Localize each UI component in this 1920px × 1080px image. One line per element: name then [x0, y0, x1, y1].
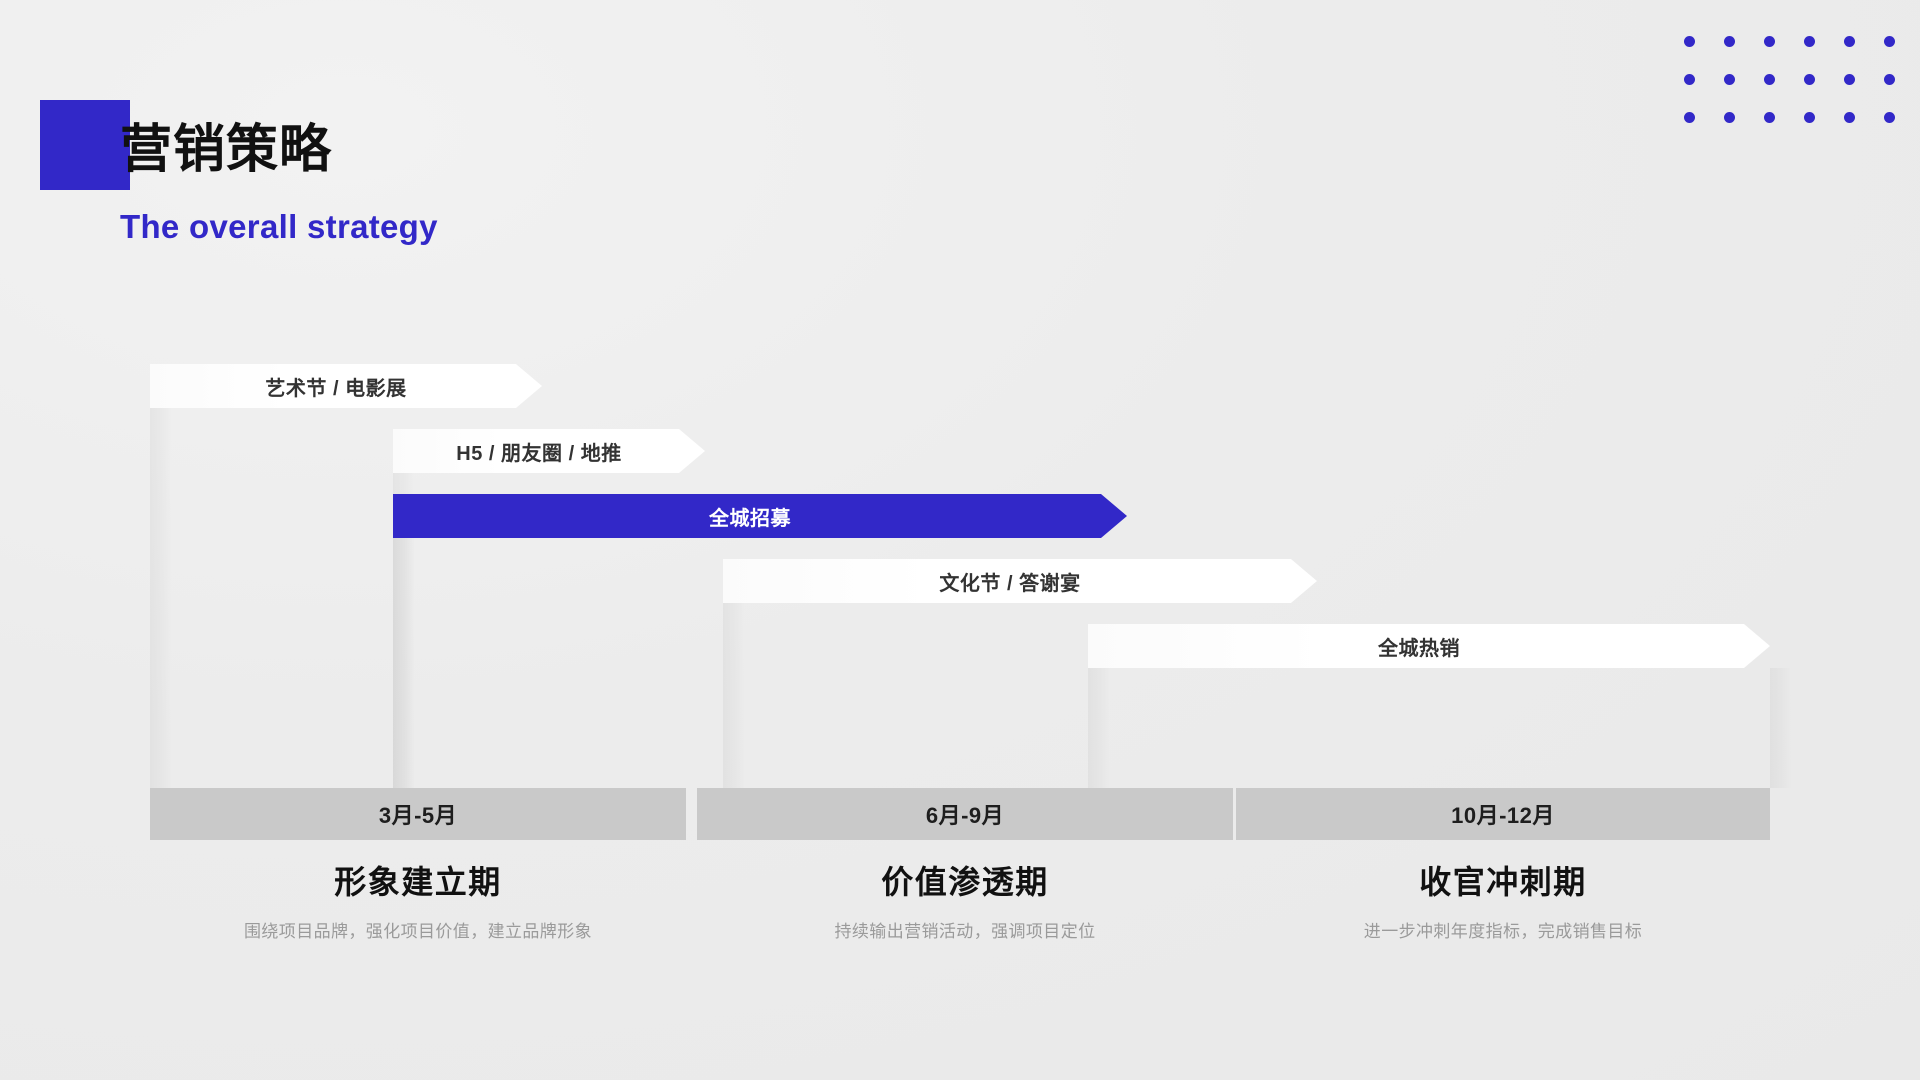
timeline-phase-description: 进一步冲刺年度指标，完成销售目标 [1363, 922, 1643, 942]
timeline-guide-strip [1088, 668, 1110, 788]
timeline-period-bar-2[interactable]: 6月-9月 [697, 788, 1233, 840]
timeline-arrow-5[interactable]: 全城热销 [1088, 624, 1770, 668]
timeline-period-label: 10月-12月 [1451, 803, 1555, 828]
timeline-phase-3: 收官冲刺期进一步冲刺年度指标，完成销售目标 [1103, 864, 1903, 943]
timeline-arrow-label: 全城热销 [1378, 637, 1460, 660]
timeline-arrow-2[interactable]: H5 / 朋友圈 / 地推 [393, 429, 705, 473]
timeline-arrow-label: 全城招募 [709, 507, 791, 530]
timeline-period-label: 6月-9月 [925, 803, 1005, 828]
timeline-period-bar-1[interactable]: 3月-5月 [150, 788, 686, 840]
timeline-arrow-label: 艺术节 / 电影展 [265, 377, 407, 400]
timeline-chart: 艺术节 / 电影展 H5 / 朋友圈 / 地推 全城招募 文化节 / 答谢宴 全城热销 … [0, 0, 1920, 1080]
timeline-period-label: 3月-5月 [378, 803, 458, 828]
timeline-arrow-label: 文化节 / 答谢宴 [939, 572, 1081, 595]
timeline-arrow-label: H5 / 朋友圈 / 地推 [456, 442, 622, 465]
timeline-arrow-3[interactable]: 全城招募 [393, 494, 1127, 538]
timeline-phase-title: 收官冲刺期 [1419, 864, 1587, 900]
timeline-period-bar-3[interactable]: 10月-12月 [1236, 788, 1770, 840]
timeline-guide-strip [393, 538, 415, 788]
timeline-arrow-1[interactable]: 艺术节 / 电影展 [150, 364, 542, 408]
timeline-guide-strip [723, 603, 745, 788]
timeline-arrow-4[interactable]: 文化节 / 答谢宴 [723, 559, 1317, 603]
timeline-guide-strip [150, 408, 172, 788]
timeline-guide-strip [1770, 668, 1792, 788]
